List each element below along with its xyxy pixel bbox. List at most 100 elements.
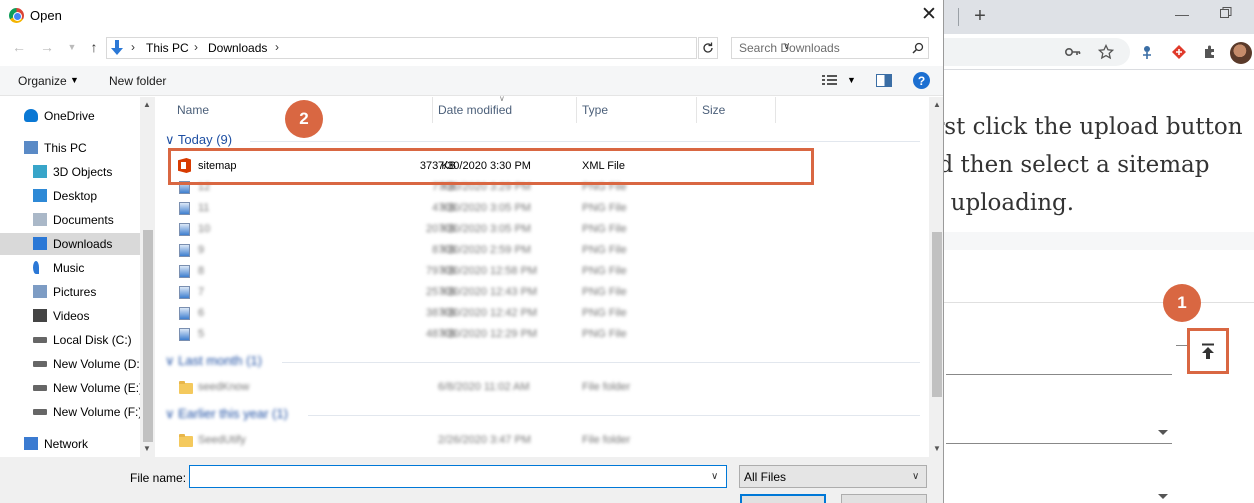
- puzzle-icon[interactable]: [1200, 42, 1220, 62]
- refresh-button[interactable]: [698, 37, 718, 59]
- sidebar-item-label: Desktop: [53, 189, 98, 203]
- star-icon[interactable]: [1096, 42, 1116, 62]
- sidebar-item-label: Local Disk (C:): [53, 333, 132, 347]
- sidebar-item-label: Videos: [53, 309, 90, 323]
- view-options-icon[interactable]: [821, 73, 839, 87]
- sidebar-item-network[interactable]: Network: [0, 433, 140, 455]
- cell-type: PNG File: [582, 202, 627, 214]
- field-underline: [946, 374, 1172, 375]
- file-list-scroll-thumb[interactable]: [932, 232, 942, 397]
- column-size[interactable]: Size: [702, 103, 725, 117]
- column-separator: [576, 97, 577, 123]
- chevron-down-icon[interactable]: ▼: [847, 75, 856, 85]
- search-box[interactable]: Search Downloads: [731, 37, 929, 59]
- sort-chevron-icon: ∨: [499, 94, 505, 103]
- up-button[interactable]: ↑: [86, 38, 102, 56]
- tab-separator: [958, 8, 959, 26]
- image-file-icon: [179, 307, 190, 320]
- page-band: [940, 232, 1254, 250]
- scroll-up-icon[interactable]: ▲: [933, 100, 941, 109]
- path-bar[interactable]: › This PC › Downloads › ∨: [106, 37, 790, 59]
- sidebar-item-label: New Volume (F:): [53, 405, 143, 419]
- open-button[interactable]: [740, 494, 826, 503]
- sidebar-item-pictures[interactable]: Pictures: [0, 281, 140, 303]
- cell-name: seedKnow: [198, 381, 250, 393]
- sidebar-item-music[interactable]: Music: [0, 257, 140, 279]
- sidebar-item-local-disk-c[interactable]: Local Disk (C:): [0, 329, 140, 351]
- sidebar-item-label: New Volume (D:: [53, 357, 140, 371]
- chevron-down-icon[interactable]: ∨: [711, 471, 718, 482]
- search-input[interactable]: Search Downloads: [739, 41, 840, 55]
- cell-date: 2/26/2020 3:47 PM: [438, 434, 531, 446]
- cell-type: PNG File: [582, 265, 627, 277]
- column-date-modified[interactable]: Date modified: [438, 103, 512, 117]
- sidebar-item-downloads[interactable]: Downloads: [0, 233, 140, 255]
- new-tab-button[interactable]: +: [972, 5, 988, 27]
- profile-avatar[interactable]: [1230, 42, 1252, 64]
- group-divider: [250, 141, 920, 142]
- video-icon: [33, 309, 47, 322]
- sidebar-item-desktop[interactable]: Desktop: [0, 185, 140, 207]
- cell-size: 20 KB: [426, 223, 456, 235]
- group-divider: [282, 362, 920, 363]
- file-name-input[interactable]: [189, 465, 727, 488]
- group-header-today[interactable]: ∨ Today (9): [165, 132, 232, 148]
- minimize-button[interactable]: —: [1175, 6, 1189, 22]
- sidebar-item-label: Pictures: [53, 285, 97, 299]
- sidebar-item-new-volume-f[interactable]: New Volume (F:): [0, 401, 143, 423]
- back-button[interactable]: ←: [11, 38, 27, 56]
- page-divider: [940, 302, 1254, 303]
- cell-size: 25 KB: [426, 286, 456, 298]
- group-header-earlier[interactable]: ∨ Earlier this year (1): [165, 406, 288, 422]
- document-icon: [33, 213, 47, 226]
- cell-name: 7: [198, 286, 205, 298]
- column-name[interactable]: Name: [177, 103, 209, 117]
- image-file-icon: [179, 286, 190, 299]
- cell-name: 10: [198, 223, 211, 235]
- scroll-down-icon[interactable]: ▼: [143, 444, 151, 453]
- chrome-icon: [9, 8, 24, 23]
- cell-name: 8: [198, 265, 205, 277]
- upload-button[interactable]: [1187, 328, 1229, 374]
- sidebar-item-new-volume-e[interactable]: New Volume (E:): [0, 377, 144, 399]
- sidebar-item-this-pc[interactable]: This PC: [0, 137, 140, 159]
- cell-size: 4 KB: [432, 202, 456, 214]
- breadcrumb-downloads[interactable]: Downloads: [208, 41, 267, 55]
- sidebar-item-documents[interactable]: Documents: [0, 209, 140, 231]
- help-icon[interactable]: ?: [913, 72, 930, 89]
- recent-chevron-icon[interactable]: ▼: [64, 38, 80, 56]
- sidebar-item-new-volume-d[interactable]: New Volume (D:: [0, 353, 140, 375]
- restore-icon[interactable]: [1219, 6, 1233, 20]
- dialog-titlebar: Open ✕: [0, 0, 943, 32]
- preview-pane-icon[interactable]: [876, 74, 892, 87]
- close-button[interactable]: ✕: [919, 4, 939, 26]
- pictures-icon: [33, 285, 47, 298]
- file-type-select[interactable]: All Files ∨: [739, 465, 927, 488]
- scroll-down-icon[interactable]: ▼: [933, 444, 941, 453]
- extension-red-icon[interactable]: [1169, 42, 1189, 62]
- column-type[interactable]: Type: [582, 103, 608, 117]
- organize-button[interactable]: Organize: [18, 74, 67, 88]
- chevron-down-icon[interactable]: [1158, 430, 1168, 435]
- new-folder-button[interactable]: New folder: [109, 74, 166, 88]
- folder-icon: [179, 381, 193, 394]
- key-icon[interactable]: [1063, 42, 1083, 62]
- scroll-up-icon[interactable]: ▲: [143, 100, 151, 109]
- image-file-icon: [179, 244, 190, 257]
- drive-icon: [33, 361, 47, 367]
- sidebar-item-3d-objects[interactable]: 3D Objects: [0, 161, 140, 183]
- sidebar-item-label: 3D Objects: [53, 165, 113, 179]
- sidebar-item-label: New Volume (E:): [53, 381, 144, 395]
- cancel-button[interactable]: [841, 494, 927, 503]
- breadcrumb-this-pc[interactable]: This PC: [146, 41, 189, 55]
- forward-button[interactable]: →: [39, 38, 55, 56]
- image-file-icon: [179, 265, 190, 278]
- extension-icon[interactable]: [1137, 42, 1157, 62]
- chevron-down-icon[interactable]: [1158, 494, 1168, 499]
- sidebar-item-onedrive[interactable]: OneDrive: [0, 105, 140, 127]
- sidebar-item-videos[interactable]: Videos: [0, 305, 140, 327]
- sidebar-scroll-thumb[interactable]: [143, 230, 153, 442]
- image-file-icon: [179, 202, 190, 215]
- group-header-last-month[interactable]: ∨ Last month (1): [165, 353, 262, 369]
- cell-type: PNG File: [582, 307, 627, 319]
